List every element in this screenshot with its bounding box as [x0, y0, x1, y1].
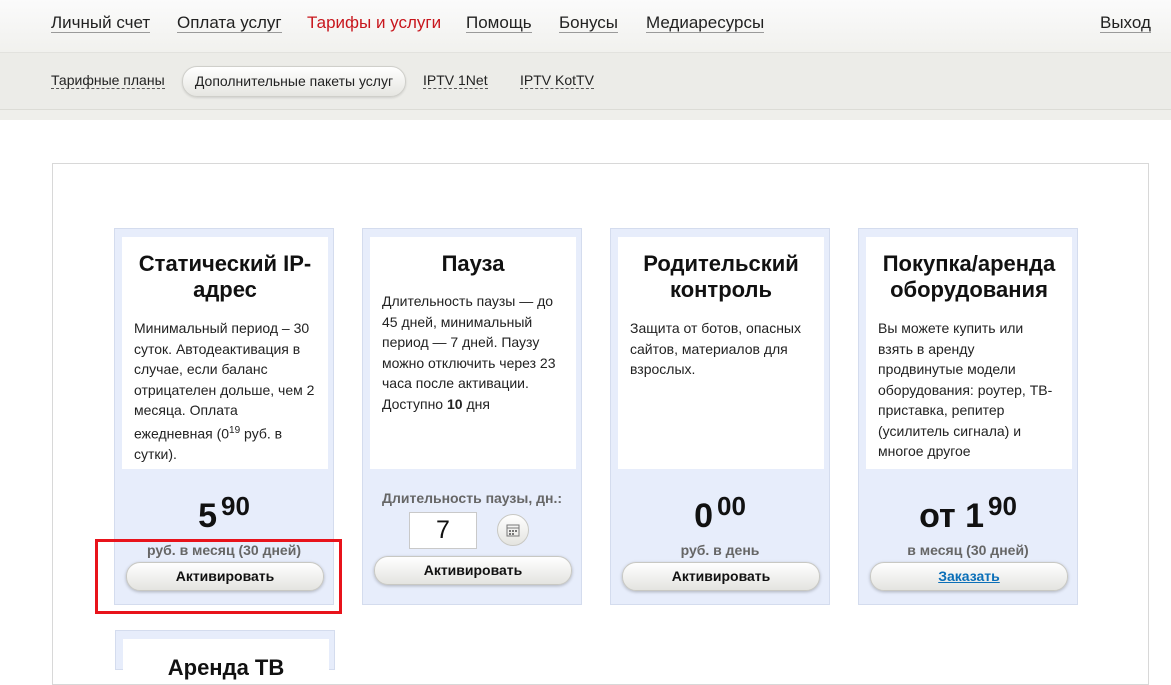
nav-media[interactable]: Медиаресурсы [646, 13, 765, 33]
service-card-tv-rental: Аренда ТВ [115, 630, 335, 680]
logout-link[interactable]: Выход [1100, 13, 1151, 33]
card-title: Статический IP-адрес [138, 251, 312, 302]
service-card-parental-control: Родительский контроль Защита от ботов, о… [610, 228, 830, 605]
order-button[interactable]: Заказать [870, 562, 1068, 591]
card-info: Статический IP-адрес Минимальный период … [122, 237, 328, 469]
calendar-button[interactable] [497, 514, 529, 546]
pause-duration-input[interactable]: 7 [409, 512, 477, 549]
card-description: Длительность паузы — до 45 дней, минимал… [382, 293, 556, 412]
header-band [0, 110, 1171, 120]
card-price-unit: руб. в день [680, 542, 760, 558]
sub-navigation: Тарифные планы Дополнительные пакеты усл… [0, 53, 1171, 110]
subnav-tariff-plans[interactable]: Тарифные планы [51, 72, 165, 89]
subnav-iptv-kottv[interactable]: IPTV KotTV [520, 72, 594, 89]
card-price: 0 00 [694, 491, 746, 535]
card-title: Покупка/аренда оборудования [882, 251, 1056, 302]
pause-duration-label: Длительность паузы, дн.: [381, 490, 562, 506]
card-price: от 1 90 [919, 491, 1017, 535]
highlight-annotation [95, 539, 342, 614]
card-price: 5 90 [198, 491, 250, 535]
card-info: Пауза Длительность паузы — до 45 дней, м… [370, 237, 576, 469]
subnav-iptv-1net[interactable]: IPTV 1Net [423, 72, 488, 89]
card-description: Вы можете купить или взять в аренду прод… [878, 320, 1053, 459]
card-title: Аренда ТВ [167, 655, 285, 680]
card-title: Родительский контроль [643, 251, 799, 302]
card-price-unit: в месяц (30 дней) [907, 542, 1029, 558]
nav-personal-account[interactable]: Личный счет [51, 13, 151, 33]
card-description: Минимальный период – 30 суток. Автодеакт… [134, 320, 315, 462]
card-title: Пауза [441, 251, 505, 276]
service-card-pause: Пауза Длительность паузы — до 45 дней, м… [362, 228, 582, 605]
card-description: Защита от ботов, опасных сайтов, материа… [630, 320, 801, 377]
activate-button[interactable]: Активировать [374, 556, 572, 585]
top-navigation: Личный счет Оплата услуг Тарифы и услуги… [0, 0, 1171, 53]
card-info: Родительский контроль Защита от ботов, о… [618, 237, 824, 469]
nav-bonuses[interactable]: Бонусы [559, 13, 619, 33]
calendar-icon [506, 524, 520, 537]
card-info: Покупка/аренда оборудования Вы можете ку… [866, 237, 1072, 469]
nav-payment[interactable]: Оплата услуг [177, 13, 282, 33]
card-info: Аренда ТВ [123, 639, 329, 680]
nav-help[interactable]: Помощь [466, 13, 532, 33]
service-card-equipment: Покупка/аренда оборудования Вы можете ку… [858, 228, 1078, 605]
subnav-additional-packages[interactable]: Дополнительные пакеты услуг [182, 66, 406, 97]
nav-tariffs-services[interactable]: Тарифы и услуги [307, 13, 441, 32]
activate-button[interactable]: Активировать [622, 562, 820, 591]
